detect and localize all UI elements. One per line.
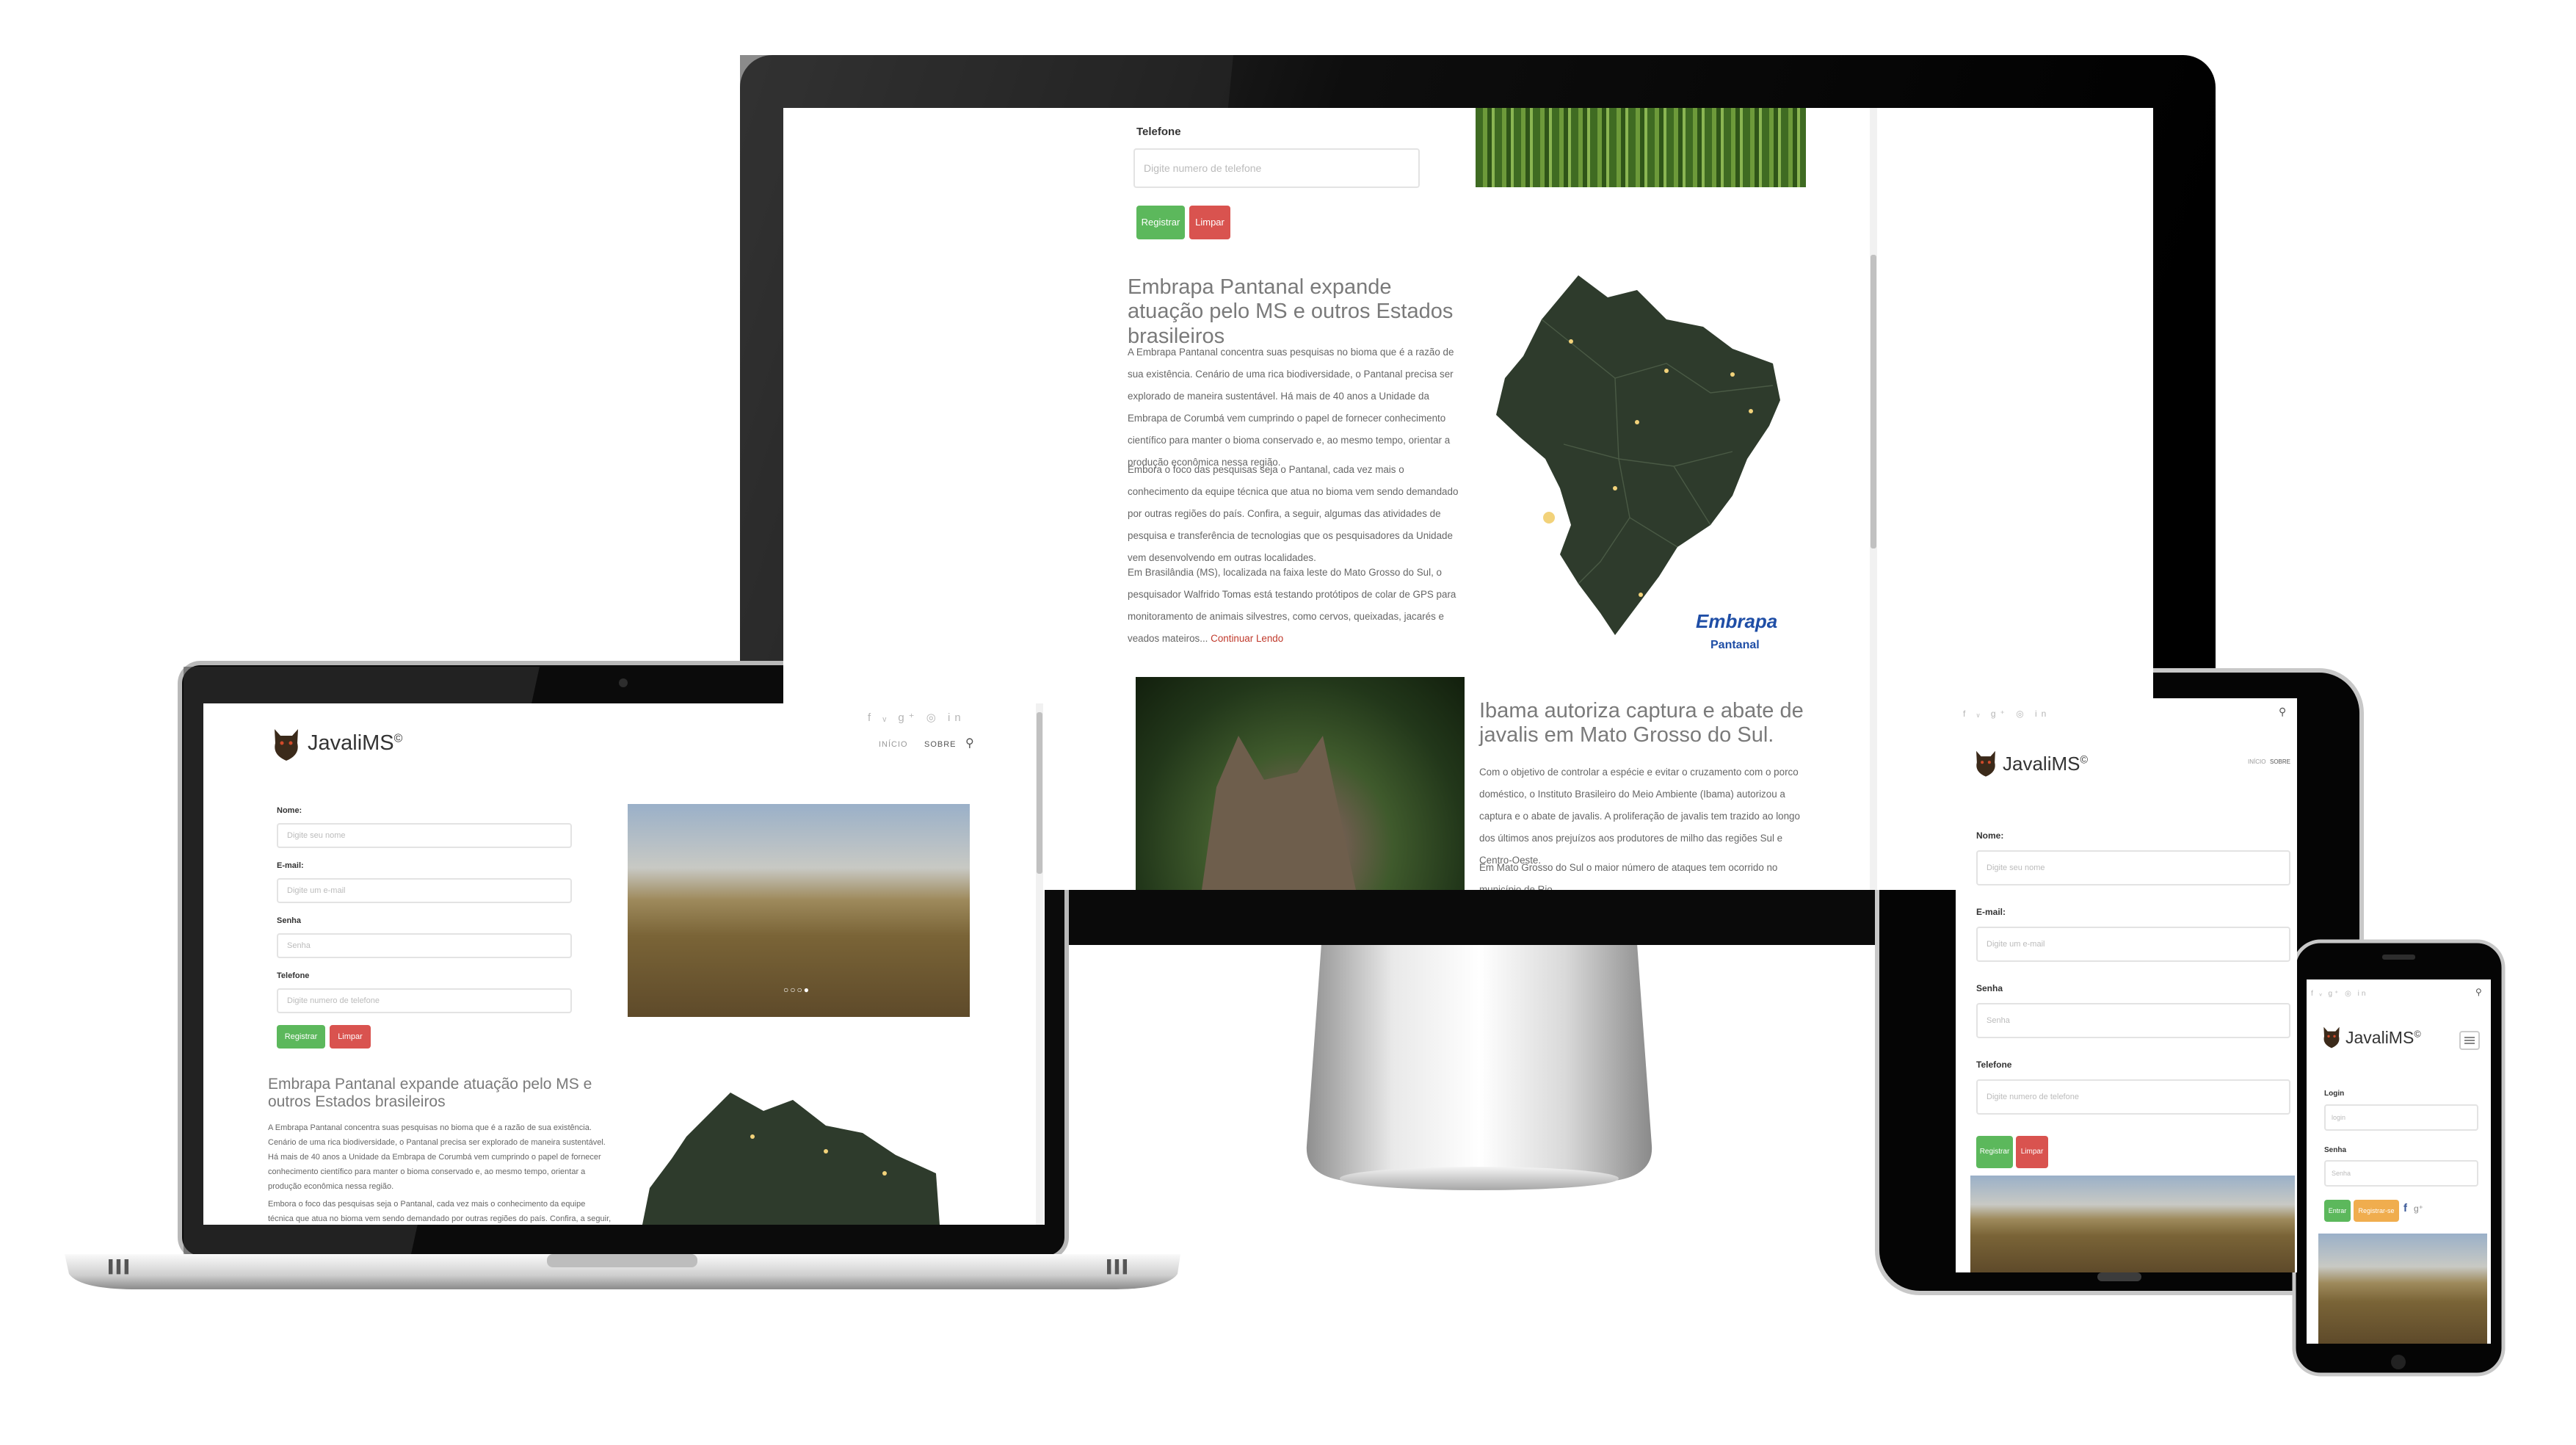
telefone-field[interactable]: Digite numero de telefone [1976, 1079, 2290, 1115]
limpar-button[interactable]: Limpar [2016, 1136, 2048, 1168]
svg-text:▌▌▌: ▌▌▌ [1107, 1259, 1131, 1275]
registrar-button[interactable]: Registrar [277, 1025, 325, 1049]
nome-field[interactable]: Digite seu nome [277, 823, 572, 848]
telefone-field[interactable]: Digite numero de telefone [277, 988, 572, 1013]
tablet-screen: f ᵥ g⁺ ◎ in ⚲ JavaliMS© INÍCIO SOBRE Nom… [1956, 698, 2297, 1272]
article-paragraph: A Embrapa Pantanal concentra suas pesqui… [268, 1123, 606, 1191]
boar-silhouette [1202, 736, 1356, 890]
brand-name[interactable]: JavaliMS© [308, 731, 402, 756]
search-icon[interactable]: ⚲ [2475, 987, 2483, 997]
registrar-button[interactable]: Registrar [1136, 206, 1185, 239]
phone-screen: f ᵥ g⁺ ◎ in ⚲ JavaliMS© Login login Senh… [2307, 979, 2491, 1344]
limpar-button[interactable]: Limpar [1189, 206, 1230, 239]
email-label: E-mail: [1976, 907, 2006, 917]
svg-text:▌▌▌: ▌▌▌ [109, 1259, 132, 1275]
login-label: Login [2324, 1090, 2345, 1098]
corn-field-image [1476, 108, 1806, 187]
carousel-image[interactable] [1970, 1176, 2295, 1272]
embrapa-logo: Embrapa [1696, 610, 1777, 632]
search-icon[interactable]: ⚲ [2279, 706, 2287, 718]
telefone-label: Telefone [277, 971, 310, 980]
carousel-indicators[interactable]: ○○○● [783, 985, 810, 995]
menu-toggle-button[interactable] [2459, 1031, 2480, 1050]
article-paragraph: Com o objetivo de controlar a espécie e … [1479, 767, 1800, 866]
monitor-stand [1306, 944, 1652, 1190]
wild-boar-image [1136, 677, 1465, 890]
nav-inicio[interactable]: INÍCIO [2248, 758, 2265, 765]
nome-field[interactable]: Digite seu nome [1976, 850, 2290, 886]
nav-sobre[interactable]: SOBRE [924, 740, 957, 749]
email-field[interactable]: Digite um e-mail [1976, 927, 2290, 962]
registrar-se-button[interactable]: Registrar-se [2354, 1200, 2399, 1222]
article-paragraph: Em Mato Grosso do Sul o maior número de … [1479, 862, 1778, 890]
article-paragraph: Em Brasilândia (MS), localizada na faixa… [1128, 567, 1456, 644]
limpar-button[interactable]: Limpar [330, 1025, 371, 1049]
brazil-map-image: Embrapa Pantanal [1496, 275, 1780, 650]
hamburger-icon [2464, 1037, 2475, 1044]
nav-sobre[interactable]: SOBRE [2270, 758, 2290, 765]
senha-label: Senha [277, 916, 302, 925]
brand-name[interactable]: JavaliMS© [2003, 753, 2088, 775]
boar-logo-icon [2323, 1026, 2340, 1049]
boar-logo-icon [1976, 750, 1995, 777]
carousel-image[interactable] [2318, 1234, 2487, 1344]
senha-label: Senha [1976, 983, 2003, 993]
senha-label: Senha [2324, 1146, 2347, 1154]
article-paragraph: A Embrapa Pantanal concentra suas pesqui… [1128, 347, 1454, 468]
senha-field[interactable]: Senha [2324, 1160, 2478, 1187]
nav-inicio[interactable]: INÍCIO [879, 740, 908, 749]
laptop-screen: f ᵥ g⁺ ◎ in JavaliMS© INÍCIO SOBRE ⚲ Nom… [203, 703, 1045, 1225]
search-icon[interactable]: ⚲ [965, 736, 975, 750]
email-label: E-mail: [277, 861, 304, 870]
scrollbar-thumb[interactable] [1037, 712, 1042, 874]
telefone-field[interactable]: Digite numero de telefone [1133, 148, 1420, 188]
telefone-label: Telefone [1976, 1060, 2012, 1070]
social-icons[interactable]: f ᵥ g⁺ ◎ in [2311, 990, 2368, 998]
article-title[interactable]: Ibama autoriza captura e abate de javali… [1479, 699, 1810, 748]
login-field[interactable]: login [2324, 1104, 2478, 1131]
registrar-button[interactable]: Registrar [1976, 1136, 2013, 1168]
continuar-lendo-link[interactable]: Continuar Lendo [1211, 633, 1283, 644]
article-title[interactable]: Embrapa Pantanal expande atuação pelo MS… [268, 1076, 613, 1111]
brazil-map-image [642, 1093, 940, 1225]
entrar-button[interactable]: Entrar [2324, 1200, 2351, 1222]
email-field[interactable]: Digite um e-mail [277, 878, 572, 903]
article-paragraph: Embora o foco das pesquisas seja o Panta… [268, 1200, 612, 1223]
embrapa-logo-sub: Pantanal [1710, 639, 1760, 650]
article-title[interactable]: Embrapa Pantanal expande atuação pelo MS… [1128, 275, 1462, 349]
scrollbar-thumb[interactable] [1871, 255, 1876, 548]
boar-logo-icon [275, 729, 298, 761]
facebook-icon[interactable]: f [2403, 1202, 2407, 1214]
brand-name[interactable]: JavaliMS© [2345, 1028, 2421, 1048]
nome-label: Nome: [277, 806, 302, 815]
google-plus-icon[interactable]: g⁺ [2414, 1203, 2423, 1214]
carousel-image[interactable]: ○○○● [628, 804, 970, 1017]
senha-field[interactable]: Senha [1976, 1003, 2290, 1038]
senha-field[interactable]: Senha [277, 933, 572, 958]
article-paragraph: Embora o foco das pesquisas seja o Panta… [1128, 464, 1459, 563]
social-icons[interactable]: f ᵥ g⁺ ◎ in [1963, 709, 2050, 719]
social-icons[interactable]: f ᵥ g⁺ ◎ in [868, 711, 965, 724]
telefone-label: Telefone [1136, 126, 1181, 138]
nome-label: Nome: [1976, 830, 2004, 841]
